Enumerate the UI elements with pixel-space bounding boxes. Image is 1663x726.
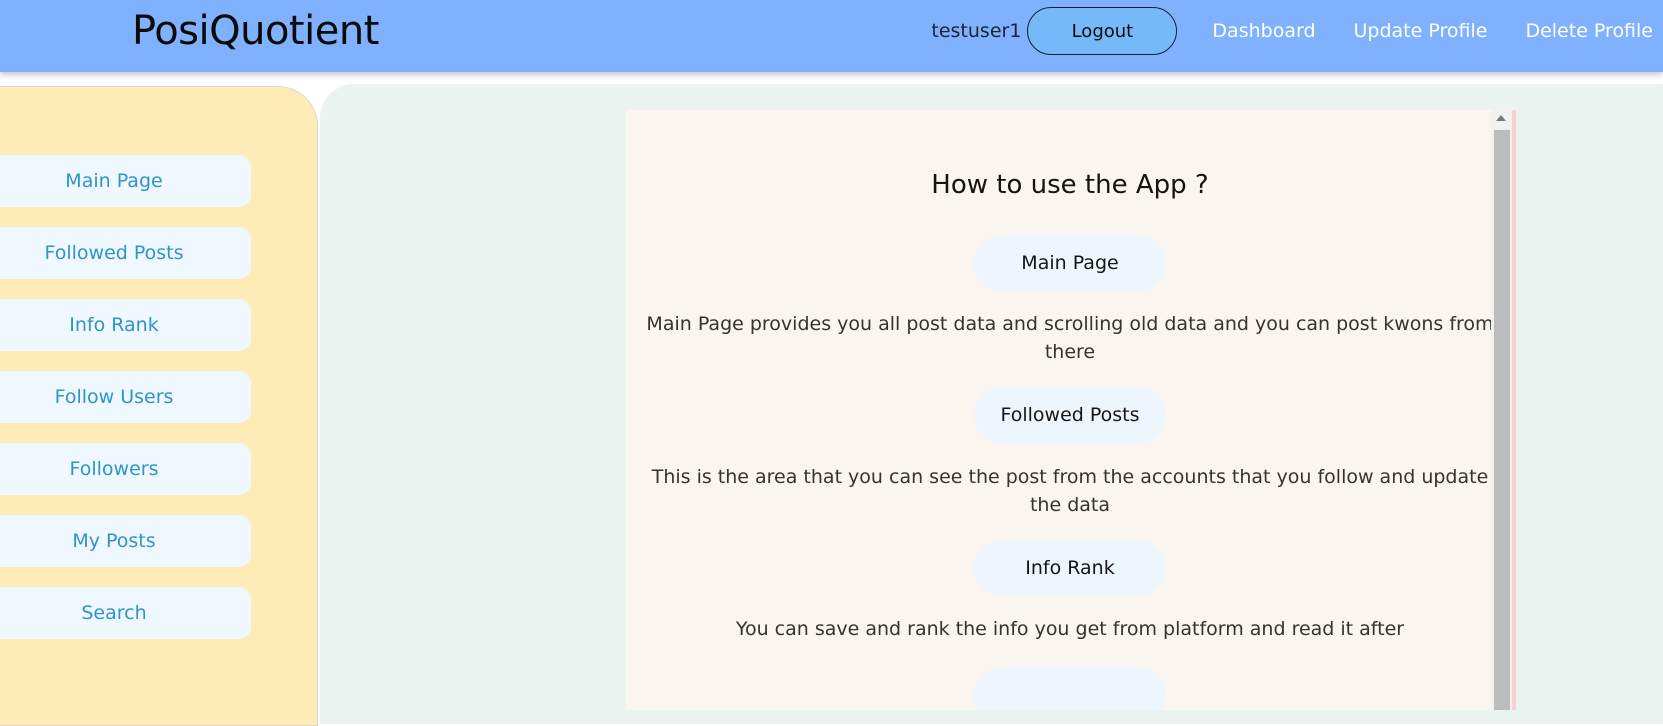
dashboard-link[interactable]: Dashboard: [1212, 20, 1315, 42]
sidebar-item-follow-users[interactable]: Follow Users: [0, 371, 251, 423]
help-card: How to use the App ? Main Page Main Page…: [626, 110, 1516, 710]
brand-logo[interactable]: PosiQuotient: [132, 6, 379, 56]
top-navbar: PosiQuotient testuser1 Logout Dashboard …: [0, 0, 1663, 72]
sidebar-item-followers[interactable]: Followers: [0, 443, 251, 495]
sidebar-item-info-rank[interactable]: Info Rank: [0, 299, 251, 351]
section-text-info-rank: You can save and rank the info you get f…: [735, 618, 1405, 640]
scroll-up-arrow-icon[interactable]: [1496, 115, 1506, 121]
scrollbar-thumb[interactable]: [1494, 130, 1510, 710]
section-heading-next: [974, 666, 1166, 710]
help-title: How to use the App ?: [931, 170, 1209, 200]
update-profile-link[interactable]: Update Profile: [1354, 20, 1488, 42]
section-text-followed-posts: This is the area that you can see the po…: [651, 466, 1489, 516]
sidebar-item-main-page[interactable]: Main Page: [0, 155, 251, 207]
delete-profile-link[interactable]: Delete Profile: [1525, 20, 1653, 42]
section-heading-main-page: Main Page: [974, 234, 1166, 292]
sidebar: Main Page Followed Posts Info Rank Follo…: [0, 86, 318, 726]
username-label: testuser1: [931, 20, 1022, 42]
help-card-content: How to use the App ? Main Page Main Page…: [626, 110, 1512, 710]
sidebar-item-my-posts[interactable]: My Posts: [0, 515, 251, 567]
section-heading-followed-posts: Followed Posts: [974, 386, 1166, 444]
logout-button[interactable]: Logout: [1027, 7, 1178, 55]
section-text-main-page: Main Page provides you all post data and…: [646, 313, 1494, 363]
sidebar-item-followed-posts[interactable]: Followed Posts: [0, 227, 251, 279]
section-heading-info-rank: Info Rank: [974, 539, 1166, 597]
navbar-actions: testuser1 Logout Dashboard Update Profil…: [931, 6, 1663, 56]
help-card-scrollbar[interactable]: [1491, 110, 1512, 710]
sidebar-item-search[interactable]: Search: [0, 587, 251, 639]
